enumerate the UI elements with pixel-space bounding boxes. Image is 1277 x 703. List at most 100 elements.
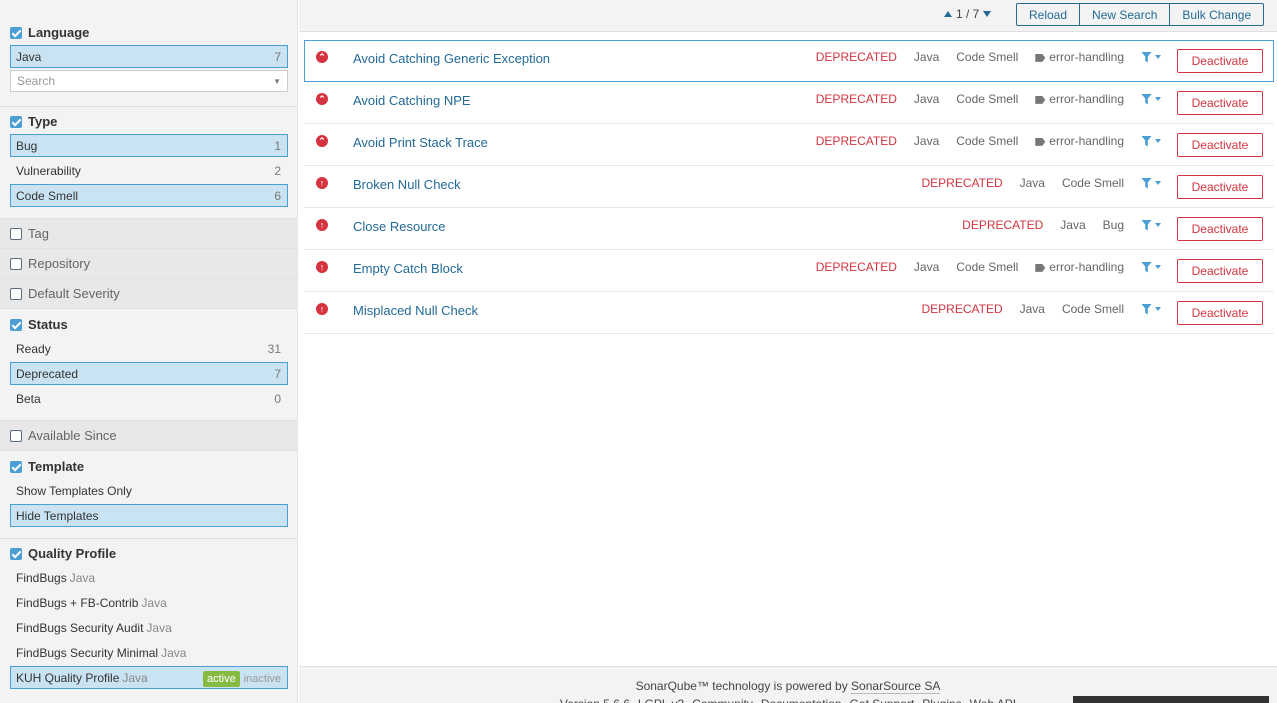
arrow-up-icon[interactable] [944, 11, 952, 17]
major-icon: ⌃ [316, 51, 328, 63]
deactivate-button[interactable]: Deactivate [1177, 49, 1263, 73]
filter-icon[interactable] [1141, 261, 1161, 273]
facet-item-hide-templates[interactable]: Hide Templates [10, 504, 288, 527]
rule-row[interactable]: ↑ Empty Catch Block DEPRECATED Java Code… [304, 250, 1274, 292]
new-search-button[interactable]: New Search [1079, 3, 1171, 26]
facet-item-deprecated[interactable]: Deprecated 7 [10, 362, 288, 385]
profile-name: KUH Quality Profile [16, 670, 120, 685]
facet-quality-profile-header[interactable]: Quality Profile [10, 541, 288, 566]
checkbox-icon[interactable] [10, 318, 22, 331]
arrow-down-icon[interactable] [983, 11, 992, 17]
facet-item-code-smell[interactable]: Code Smell 6 [10, 184, 288, 207]
facet-status-header[interactable]: Status [10, 312, 288, 337]
deactivate-button[interactable]: Deactivate [1177, 133, 1263, 157]
checkbox-icon[interactable] [10, 26, 22, 39]
filter-icon[interactable] [1141, 93, 1161, 105]
checkbox-icon[interactable] [10, 115, 22, 128]
facet-item-show-templates[interactable]: Show Templates Only [10, 479, 288, 502]
tag-icon [1035, 137, 1046, 146]
facet-item-vulnerability[interactable]: Vulnerability 2 [10, 159, 288, 182]
facet-tag[interactable]: Tag [0, 219, 297, 249]
facet-item-beta[interactable]: Beta 0 [10, 387, 288, 410]
facet-title: Repository [28, 256, 91, 271]
checkbox-icon[interactable] [10, 460, 22, 473]
rule-tag[interactable]: error-handling [1035, 50, 1124, 64]
rule-tag[interactable]: error-handling [1035, 260, 1124, 274]
facet-type-header[interactable]: Type [10, 109, 288, 134]
rule-language: Java [913, 92, 940, 106]
facet-available-since[interactable]: Available Since [0, 421, 297, 451]
filter-icon[interactable] [1141, 135, 1161, 147]
facet-language-header[interactable]: Language [10, 20, 288, 45]
facet-item-profile[interactable]: FindBugs Java [10, 566, 288, 589]
rule-row[interactable]: ⌃ Avoid Catching NPE DEPRECATED Java Cod… [304, 82, 1274, 124]
sonarsource-link[interactable]: SonarSource SA [851, 679, 941, 694]
checkbox-icon[interactable] [10, 227, 22, 240]
language-search-input[interactable]: Search ▼ [10, 70, 288, 92]
profile-lang: Java [69, 570, 96, 585]
rule-name-link[interactable]: Empty Catch Block [353, 261, 463, 276]
rule-name-link[interactable]: Avoid Catching NPE [353, 93, 471, 108]
rule-name-link[interactable]: Avoid Print Stack Trace [353, 135, 488, 150]
inactive-toggle[interactable]: inactive [244, 673, 281, 685]
facet-template-header[interactable]: Template [10, 454, 288, 479]
rule-meta: DEPRECATED Java Code Smell error-handlin… [799, 134, 1161, 148]
facet-item-ready[interactable]: Ready 31 [10, 337, 288, 360]
bulk-change-button[interactable]: Bulk Change [1169, 3, 1265, 26]
facet-template: Template Show Templates Only Hide Templa… [0, 451, 297, 539]
filter-icon[interactable] [1141, 51, 1161, 63]
deactivate-button[interactable]: Deactivate [1177, 217, 1263, 241]
facet-item-profile[interactable]: FindBugs Security Minimal Java [10, 641, 288, 664]
profile-name: FindBugs + FB-Contrib [16, 595, 139, 610]
facet-title: Language [28, 25, 90, 40]
facet-item-profile-kuh[interactable]: KUH Quality Profile Java active inactive [10, 666, 288, 689]
rule-row[interactable]: ↑ Misplaced Null Check DEPRECATED Java C… [304, 292, 1274, 334]
dark-panel [1073, 696, 1269, 703]
facet-item-java[interactable]: Java 7 [10, 45, 288, 68]
rule-tag[interactable]: error-handling [1035, 92, 1124, 106]
checkbox-icon[interactable] [10, 547, 22, 560]
rule-tag[interactable]: error-handling [1035, 134, 1124, 148]
deactivate-button[interactable]: Deactivate [1177, 91, 1263, 115]
footer-link[interactable]: Get Support [850, 697, 915, 703]
profile-lang: Java [122, 670, 148, 685]
footer-link[interactable]: Plugins [922, 697, 961, 703]
rule-row[interactable]: ↑ Broken Null Check DEPRECATED Java Code… [304, 166, 1274, 208]
facet-item-profile[interactable]: FindBugs Security Audit Java [10, 616, 288, 639]
facet-default-severity[interactable]: Default Severity [0, 279, 297, 309]
deactivate-button[interactable]: Deactivate [1177, 301, 1263, 325]
rule-row[interactable]: ↑ Close Resource DEPRECATED Java Bug Dea… [304, 208, 1274, 250]
facet-repository[interactable]: Repository [0, 249, 297, 279]
facet-title: Default Severity [28, 286, 120, 301]
rule-name-link[interactable]: Avoid Catching Generic Exception [353, 51, 550, 66]
rule-tag-label: error-handling [1049, 260, 1124, 274]
checkbox-icon[interactable] [10, 287, 22, 300]
footer-link[interactable]: LGPL v3 [638, 697, 684, 703]
deactivate-button[interactable]: Deactivate [1177, 175, 1263, 199]
rule-row[interactable]: ⌃ Avoid Catching Generic Exception DEPRE… [304, 40, 1274, 82]
filter-icon[interactable] [1141, 303, 1161, 315]
deactivate-button[interactable]: Deactivate [1177, 259, 1263, 283]
footer-link[interactable]: Documentation [761, 697, 842, 703]
active-toggle[interactable]: active [202, 670, 240, 687]
footer-link[interactable]: Community [692, 697, 753, 703]
facet-item-profile[interactable]: FindBugs + FB-Contrib Java [10, 591, 288, 614]
rule-name-link[interactable]: Broken Null Check [353, 177, 461, 192]
pager-text: 1 / 7 [956, 7, 980, 21]
footer-link[interactable]: Web API [970, 697, 1016, 703]
filter-icon[interactable] [1141, 177, 1161, 189]
rule-name-link[interactable]: Close Resource [353, 219, 446, 234]
rule-language: Java [913, 134, 940, 148]
reload-button[interactable]: Reload [1016, 3, 1081, 26]
facet-repository-header: Repository [10, 249, 288, 278]
toolbar-buttons: Reload New Search Bulk Change [1016, 3, 1265, 26]
rule-language: Java [1019, 302, 1045, 316]
rule-meta: DEPRECATED Java Code Smell [904, 176, 1161, 190]
rule-row[interactable]: ⌃ Avoid Print Stack Trace DEPRECATED Jav… [304, 124, 1274, 166]
filter-icon[interactable] [1141, 219, 1161, 231]
facet-item-label: Java [16, 49, 42, 64]
rule-name-link[interactable]: Misplaced Null Check [353, 303, 478, 318]
checkbox-icon[interactable] [10, 429, 22, 442]
facet-item-bug[interactable]: Bug 1 [10, 134, 288, 157]
checkbox-icon[interactable] [10, 257, 22, 270]
